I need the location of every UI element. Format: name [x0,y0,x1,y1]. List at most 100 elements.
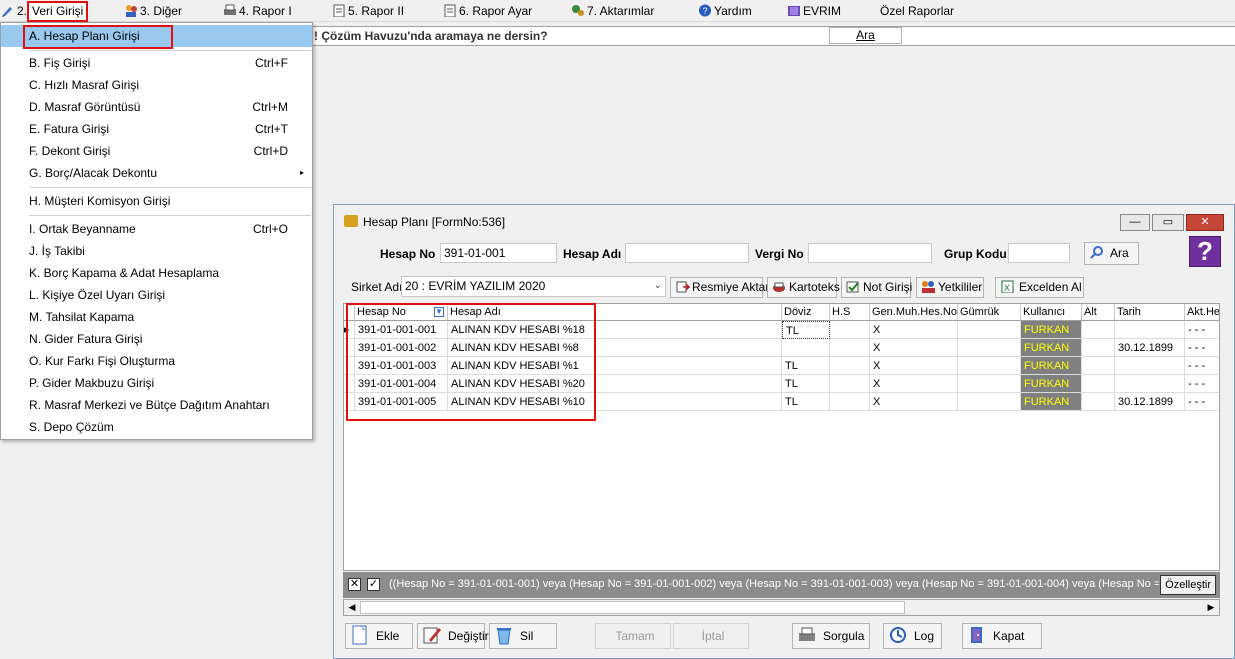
not-girisi-button[interactable]: Not Girişi [841,277,912,298]
grid-cell-akt-hes[interactable]: - - - [1185,321,1219,339]
grid-cell-tarih[interactable]: 30.12.1899 [1115,339,1185,357]
grid-cell-gumruk[interactable] [958,321,1021,339]
dropdown-item-fis-girisi[interactable]: B. Fiş Girişi Ctrl+F [1,52,312,74]
active-filter-checkbox[interactable]: ✓ [367,578,380,591]
dropdown-item-masraf-merkezi[interactable]: R. Masraf Merkezi ve Bütçe Dağıtım Anaht… [1,394,312,416]
resmiye-aktar-button[interactable]: Resmiye Aktar [670,277,769,298]
dropdown-item-borc-kapama[interactable]: K. Borç Kapama & Adat Hesaplama [1,262,312,284]
grid-cell-gen-muh-hes-no[interactable]: X [870,321,958,339]
grid-cell-hs[interactable] [830,321,870,339]
grid-cell-gen-muh-hes-no[interactable]: X [870,375,958,393]
kartoteks-button[interactable]: Kartoteks [767,277,840,298]
grid-header-gen-muh-hes-no[interactable]: Gen.Muh.Hes.No [870,304,958,321]
horizontal-scrollbar[interactable]: ◀ ▶ [343,599,1220,616]
ara-button[interactable]: Ara [1084,242,1139,265]
ekle-button[interactable]: Ekle [345,623,413,649]
scroll-right-icon[interactable]: ▶ [1204,601,1218,614]
sirket-select[interactable]: 20 : EVRİM YAZILIM 2020 ⌄ [401,276,666,297]
excelden-al-button[interactable]: X Excelden Al [995,277,1084,298]
grid-cell-gen-muh-hes-no[interactable]: X [870,357,958,375]
grid-cell-hs[interactable] [830,393,870,411]
grid-cell-gumruk[interactable] [958,357,1021,375]
dropdown-item-fatura-girisi[interactable]: E. Fatura Girişi Ctrl+T [1,118,312,140]
search-ara-button[interactable]: Ara [829,27,902,44]
degistir-button[interactable]: Değiştir [417,623,489,649]
grid-cell-akt-hes[interactable]: - - - [1185,357,1219,375]
menu-item-yardim[interactable]: ? Yardım [698,2,752,21]
grid-cell-tarih[interactable] [1115,321,1185,339]
menu-item-evrim[interactable]: EVRIM [787,2,841,21]
iptal-button[interactable]: İptal [673,623,749,649]
grid-cell-gumruk[interactable] [958,393,1021,411]
minimize-button[interactable]: — [1120,214,1150,231]
menu-item-diger[interactable]: 3. Diğer [124,2,182,21]
menu-item-ozel-raporlar[interactable]: Özel Raporlar [880,2,954,21]
close-button[interactable]: ✕ [1186,214,1224,231]
grid-header-kullanici[interactable]: Kullanıcı [1021,304,1082,321]
menu-item-2-prefix[interactable]: 2. [1,2,27,21]
dropdown-item-masraf-goruntusu[interactable]: D. Masraf Görüntüsü Ctrl+M [1,96,312,118]
grid-cell-kullanici[interactable]: FURKAN [1021,375,1082,393]
grid-cell-tarih[interactable] [1115,375,1185,393]
ozellestir-button[interactable]: Özelleştir [1160,575,1216,595]
grid-cell-akt-hes[interactable]: - - - [1185,375,1219,393]
grid-cell-alt[interactable] [1082,393,1115,411]
log-button[interactable]: Log [883,623,942,649]
grid-cell-gumruk[interactable] [958,375,1021,393]
help-icon[interactable]: ? [1189,236,1221,267]
dropdown-item-musteri-komisyon[interactable]: H. Müşteri Komisyon Girişi [1,190,312,212]
grid-cell-kullanici[interactable]: FURKAN [1021,357,1082,375]
grid-header-hs[interactable]: H.S [830,304,870,321]
grid-cell-alt[interactable] [1082,339,1115,357]
menu-item-veri-girisi[interactable]: Veri Girişi [27,1,89,22]
tamam-button[interactable]: Tamam [595,623,671,649]
dropdown-item-depo-cozum[interactable]: S. Depo Çözüm [1,416,312,438]
menu-item-rapor-1[interactable]: 4. Rapor I [223,2,292,21]
grid-header-alt[interactable]: Alt [1082,304,1115,321]
grid-cell-akt-hes[interactable]: - - - [1185,393,1219,411]
dropdown-item-borc-alacak-dekontu[interactable]: G. Borç/Alacak Dekontu ▸ [1,162,312,184]
sil-button[interactable]: Sil [489,623,557,649]
grid-cell-kullanici[interactable]: FURKAN [1021,339,1082,357]
menu-item-rapor-2[interactable]: 5. Rapor II [332,2,404,21]
grid-cell-kullanici[interactable]: FURKAN [1021,321,1082,339]
dropdown-item-kur-farki[interactable]: O. Kur Farkı Fişi Oluşturma [1,350,312,372]
menu-item-rapor-ayar[interactable]: 6. Rapor Ayar [443,2,532,21]
grid-cell-kullanici[interactable]: FURKAN [1021,393,1082,411]
grid-cell-gen-muh-hes-no[interactable]: X [870,393,958,411]
hesap-adi-input[interactable] [625,243,749,263]
hesap-no-input[interactable]: 391-01-001 [440,243,557,263]
sorgula-button[interactable]: Sorgula [792,623,870,649]
grid-cell-doviz[interactable]: TL [782,393,830,411]
grid-cell-hs[interactable] [830,375,870,393]
grid-cell-doviz[interactable]: TL [782,357,830,375]
grid-header-gumruk[interactable]: Gümrük [958,304,1021,321]
grid-cell-alt[interactable] [1082,321,1115,339]
clear-filter-checkbox[interactable]: ✕ [348,578,361,591]
grid-cell-gumruk[interactable] [958,339,1021,357]
grup-kodu-input[interactable] [1008,243,1070,263]
grid-cell-hs[interactable] [830,357,870,375]
scroll-left-icon[interactable]: ◀ [345,601,359,614]
grid-cell-hs[interactable] [830,339,870,357]
grid-header-akt-hes[interactable]: Akt.Hes [1185,304,1219,321]
dropdown-item-tahsilat-kapama[interactable]: M. Tahsilat Kapama [1,306,312,328]
dropdown-item-dekont-girisi[interactable]: F. Dekont Girişi Ctrl+D [1,140,312,162]
yetkililer-button[interactable]: Yetkililer [916,277,984,298]
grid-cell-tarih[interactable]: 30.12.1899 [1115,393,1185,411]
dropdown-item-ortak-beyanname[interactable]: I. Ortak Beyanname Ctrl+O [1,218,312,240]
dropdown-item-hesap-plani-girisi[interactable]: A. Hesap Planı Girişi [1,25,312,49]
grid-cell-akt-hes[interactable]: - - - [1185,339,1219,357]
grid-cell-doviz[interactable]: TL [782,321,830,339]
grid-cell-alt[interactable] [1082,375,1115,393]
window-titlebar[interactable]: Hesap Planı [FormNo:536] — ▭ ✕ [334,205,1234,233]
grid-cell-gen-muh-hes-no[interactable]: X [870,339,958,357]
grid-cell-alt[interactable] [1082,357,1115,375]
solution-pool-search-bar[interactable]: ! Çözüm Havuzu'nda aramaya ne dersin? [312,26,1235,46]
grid-cell-tarih[interactable] [1115,357,1185,375]
grid-cell-doviz[interactable]: TL [782,375,830,393]
dropdown-item-is-takibi[interactable]: J. İş Takibi [1,240,312,262]
scroll-thumb[interactable] [360,601,905,614]
dropdown-item-hizli-masraf[interactable]: C. Hızlı Masraf Girişi [1,74,312,96]
grid-header-doviz[interactable]: Döviz [782,304,830,321]
